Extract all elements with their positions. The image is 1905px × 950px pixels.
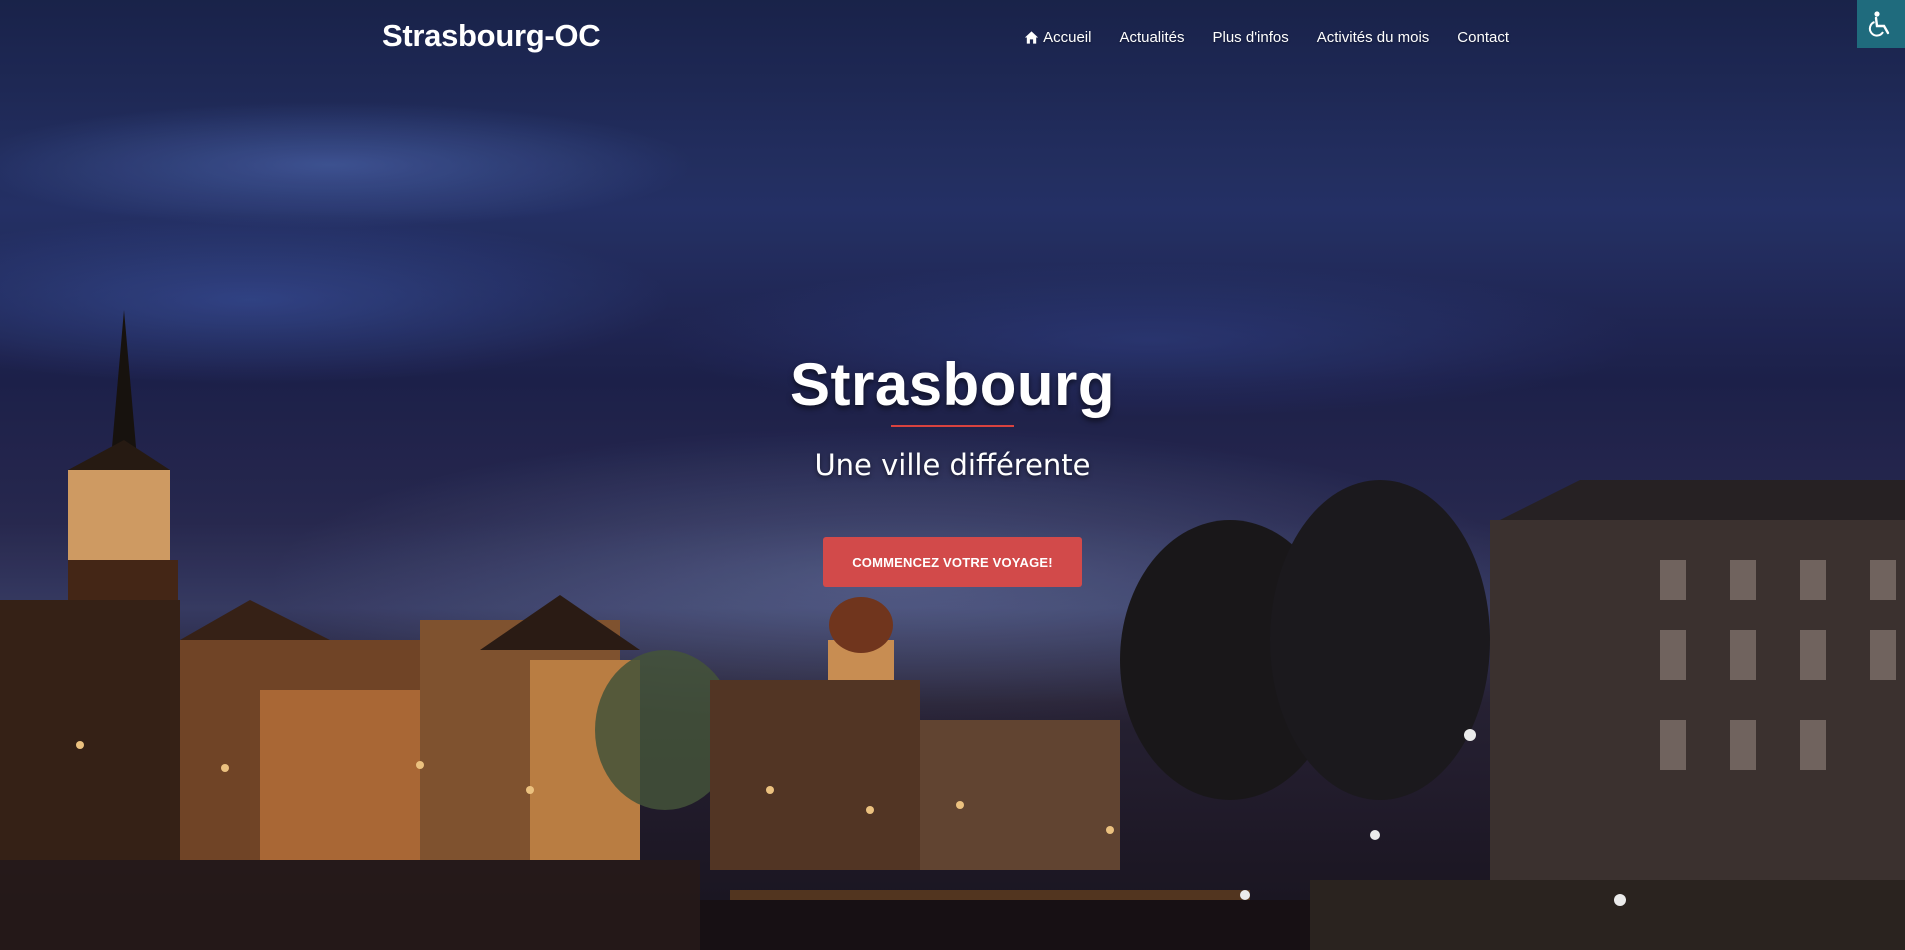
hero-title: Strasbourg (789, 351, 1116, 418)
hero-section: Strasbourg Une ville différente COMMENCE… (0, 0, 1905, 950)
hero-subtitle: Une ville différente (814, 448, 1091, 482)
hero-divider (891, 425, 1014, 427)
start-journey-button[interactable]: COMMENCEZ VOTRE VOYAGE! (823, 537, 1082, 587)
